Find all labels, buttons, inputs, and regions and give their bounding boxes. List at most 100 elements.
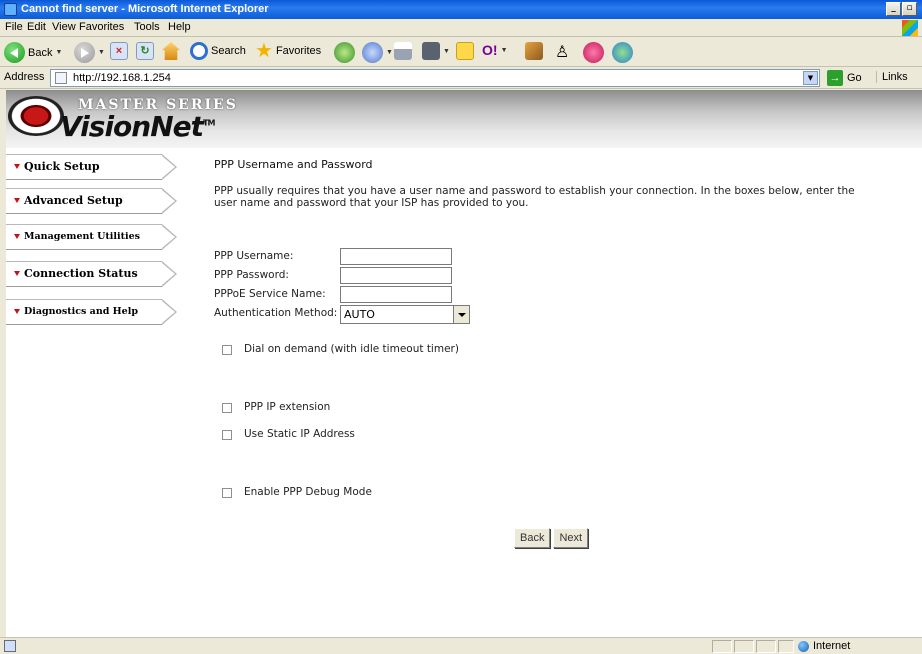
globe-icon xyxy=(798,640,809,652)
forward-dropdown-icon[interactable]: ▼ xyxy=(98,49,105,56)
forward-button[interactable]: ▼ xyxy=(74,42,105,63)
sidebar-nav: Quick Setup Advanced Setup Management Ut… xyxy=(6,148,186,637)
chevron-down-icon[interactable] xyxy=(453,306,469,323)
go-arrow-icon: → xyxy=(827,70,843,86)
page-content: MASTER SERIES VisionNetTM Quick Setup Ad… xyxy=(6,90,922,637)
ip-extension-checkbox[interactable] xyxy=(222,403,232,413)
yahoo-button[interactable]: O! ▼ xyxy=(482,42,508,58)
password-label: PPP Password: xyxy=(214,269,289,281)
refresh-icon: ↻ xyxy=(136,42,154,60)
go-button[interactable]: → Go xyxy=(827,70,862,86)
media-icon xyxy=(334,42,355,63)
next-button[interactable]: Next xyxy=(553,528,589,548)
folder-icon xyxy=(456,42,474,60)
star-icon: ★ xyxy=(255,40,273,62)
print-button[interactable] xyxy=(394,42,412,60)
home-button[interactable] xyxy=(162,42,180,60)
debug-mode-label: Enable PPP Debug Mode xyxy=(244,486,372,498)
mail-button[interactable]: ▼ xyxy=(362,42,393,63)
favorites-label: Favorites xyxy=(275,45,322,57)
yahoo-icon: O! xyxy=(482,42,498,58)
menu-bar: File Edit View Favorites Tools Help xyxy=(0,19,922,37)
zone-label: Internet xyxy=(813,640,851,652)
menu-view[interactable]: View xyxy=(52,21,76,33)
triangle-down-icon xyxy=(14,164,20,169)
messenger-icon: ♙ xyxy=(555,44,570,61)
nav-diagnostics-help[interactable]: Diagnostics and Help xyxy=(6,299,177,325)
auth-method-label: Authentication Method: xyxy=(214,307,338,319)
nav-management-utilities[interactable]: Management Utilities xyxy=(6,224,177,250)
refresh-button[interactable]: ↻ xyxy=(136,42,154,60)
auth-method-select[interactable]: AUTO xyxy=(340,305,470,324)
edit-button[interactable]: ▼ xyxy=(422,42,450,60)
back-form-button[interactable]: Back xyxy=(514,528,551,548)
username-field[interactable] xyxy=(340,248,452,265)
back-button[interactable]: Back ▼ xyxy=(4,42,62,63)
address-label: Address xyxy=(4,71,45,83)
mail-dropdown-icon[interactable]: ▼ xyxy=(386,49,393,56)
logo-eye-icon xyxy=(8,96,64,136)
header-banner: MASTER SERIES VisionNetTM xyxy=(6,90,922,148)
discuss-button[interactable] xyxy=(456,42,474,60)
menu-tools[interactable]: Tools xyxy=(134,21,160,33)
nav-quick-setup[interactable]: Quick Setup xyxy=(6,154,177,180)
window-title: Cannot find server - Microsoft Internet … xyxy=(21,3,269,15)
nav-label: Management Utilities xyxy=(24,231,141,242)
mail-icon xyxy=(362,42,383,63)
page-icon xyxy=(55,72,67,84)
ie-window: Cannot find server - Microsoft Internet … xyxy=(0,0,922,654)
username-label: PPP Username: xyxy=(214,250,294,262)
static-ip-label: Use Static IP Address xyxy=(244,428,355,440)
game-icon xyxy=(583,42,604,63)
triangle-down-icon xyxy=(14,309,20,314)
page-description: PPP usually requires that you have a use… xyxy=(214,185,855,209)
yahoo-dropdown-icon[interactable]: ▼ xyxy=(501,47,508,54)
search-button[interactable]: Search xyxy=(190,42,246,60)
brand-tm: TM xyxy=(203,118,215,128)
address-input[interactable]: http://192.168.1.254 ▼ xyxy=(50,69,820,87)
search-icon xyxy=(190,42,208,60)
ip-extension-label: PPP IP extension xyxy=(244,401,331,413)
contacts-button[interactable] xyxy=(612,42,633,63)
form-buttons: Back Next xyxy=(514,528,589,548)
address-url[interactable]: http://192.168.1.254 xyxy=(73,72,171,84)
service-name-label: PPPoE Service Name: xyxy=(214,288,326,300)
menu-edit[interactable]: Edit xyxy=(27,21,46,33)
toolbar: Back ▼ ▼ × ↻ Search ★ Favorites ▼ ▼ O! ▼… xyxy=(0,37,922,67)
service-name-field[interactable] xyxy=(340,286,452,303)
static-ip-checkbox[interactable] xyxy=(222,430,232,440)
status-bar: Internet xyxy=(0,637,922,654)
debug-mode-checkbox[interactable] xyxy=(222,488,232,498)
restore-button[interactable]: ▫ xyxy=(902,2,917,16)
ie-icon xyxy=(4,3,17,16)
favorites-button[interactable]: ★ Favorites xyxy=(255,40,322,62)
security-zone[interactable]: Internet xyxy=(798,640,850,652)
messenger-button[interactable]: ♙ xyxy=(555,42,569,62)
home-icon xyxy=(162,42,180,60)
menu-file[interactable]: File xyxy=(5,21,23,33)
research-button[interactable] xyxy=(525,42,543,60)
nav-label: Diagnostics and Help xyxy=(24,306,138,317)
back-dropdown-icon[interactable]: ▼ xyxy=(55,49,62,56)
contacts-icon xyxy=(612,42,633,63)
windows-logo-icon xyxy=(902,20,918,36)
forward-arrow-icon xyxy=(74,42,95,63)
nav-advanced-setup[interactable]: Advanced Setup xyxy=(6,188,177,214)
page-status-icon xyxy=(4,640,16,652)
print-icon xyxy=(394,42,412,60)
menu-help[interactable]: Help xyxy=(168,21,191,33)
media-button[interactable] xyxy=(334,42,355,63)
links-button[interactable]: Links xyxy=(876,71,908,83)
password-field[interactable] xyxy=(340,267,452,284)
menu-favorites[interactable]: Favorites xyxy=(79,21,124,33)
search-label: Search xyxy=(211,45,246,57)
minimize-button[interactable]: _ xyxy=(886,2,901,16)
nav-label: Connection Status xyxy=(24,267,138,280)
nav-connection-status[interactable]: Connection Status xyxy=(6,261,177,287)
game-button[interactable] xyxy=(583,42,604,63)
stop-button[interactable]: × xyxy=(110,42,128,60)
edit-dropdown-icon[interactable]: ▼ xyxy=(443,48,450,55)
address-dropdown-icon[interactable]: ▼ xyxy=(803,71,818,85)
dial-on-demand-checkbox[interactable] xyxy=(222,345,232,355)
brand-name: VisionNet xyxy=(60,110,204,143)
